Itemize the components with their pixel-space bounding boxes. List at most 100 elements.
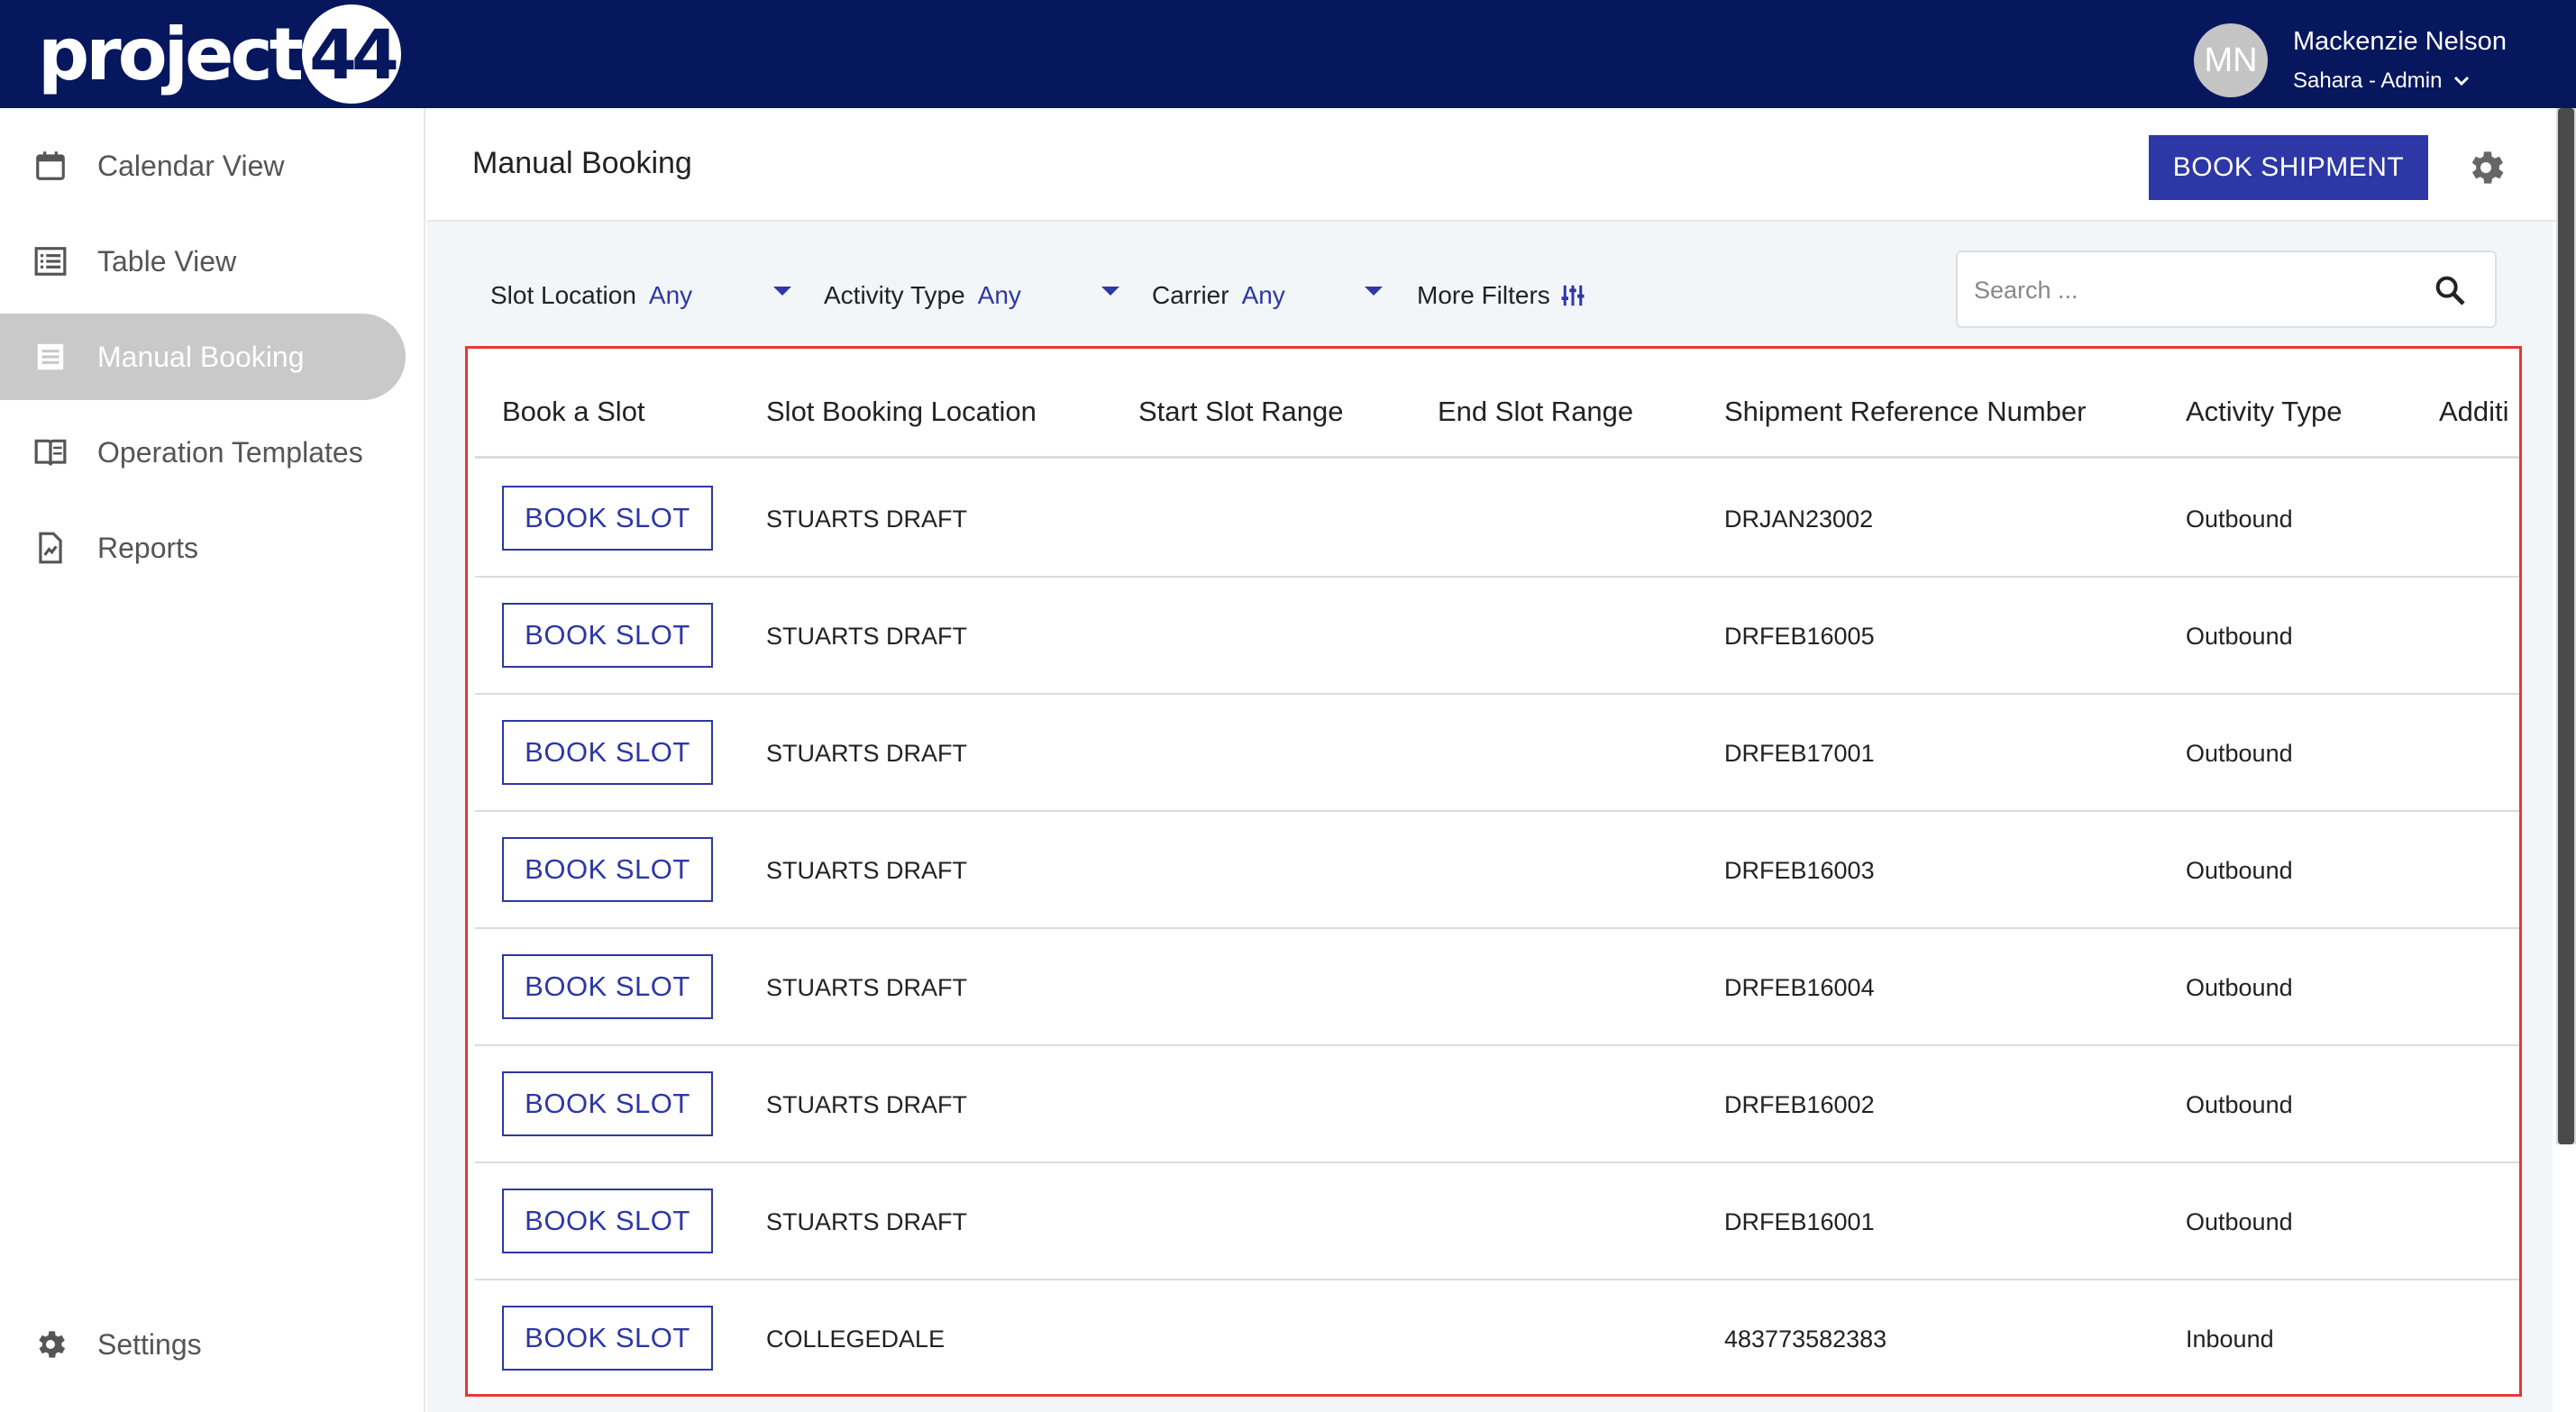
- sidebar-item-label: Manual Booking: [97, 340, 305, 373]
- slot-location-cell: STUARTS DRAFT: [766, 740, 968, 767]
- activity-type-cell: Outbound: [2186, 506, 2293, 533]
- caret-down-icon[interactable]: [1101, 287, 1119, 296]
- book-slot-button[interactable]: BOOK SLOT: [502, 1306, 713, 1371]
- sidebar-item-label: Reports: [97, 531, 199, 564]
- project44-logo[interactable]: project 44: [38, 5, 402, 104]
- sidebar-item-settings[interactable]: Settings: [0, 1301, 406, 1388]
- sidebar-item-calendar-view[interactable]: Calendar View: [0, 123, 406, 209]
- book-slot-button[interactable]: BOOK SLOT: [502, 1189, 713, 1253]
- filter-label: Carrier: [1152, 281, 1229, 309]
- slot-location-cell: COLLEGEDALE: [766, 1325, 945, 1353]
- activity-type-cell: Outbound: [2186, 974, 2293, 1001]
- activity-type-cell: Outbound: [2186, 1208, 2293, 1235]
- table-row: BOOK SLOT COLLEGEDALE 483773582383 Inbou…: [475, 1280, 2519, 1394]
- column-header[interactable]: Additi: [2439, 396, 2509, 428]
- table-row: BOOK SLOT STUARTS DRAFT DRFEB16002 Outbo…: [475, 1046, 2519, 1163]
- book-slot-button[interactable]: BOOK SLOT: [502, 1071, 713, 1136]
- column-header[interactable]: End Slot Range: [1438, 396, 1633, 428]
- table-row: BOOK SLOT STUARTS DRAFT DRFEB16001 Outbo…: [475, 1163, 2519, 1280]
- list-alt-icon: [32, 339, 69, 375]
- gear-icon: [32, 1326, 69, 1362]
- search-box: [1956, 251, 2497, 328]
- activity-type-cell: Outbound: [2186, 1091, 2293, 1118]
- book-slot-button[interactable]: BOOK SLOT: [502, 720, 713, 785]
- reference-cell: DRFEB16002: [1724, 1091, 1875, 1118]
- sidebar-item-manual-booking[interactable]: Manual Booking: [0, 314, 406, 400]
- sidebar: Calendar View Table View Manual Booking …: [0, 108, 425, 1412]
- sidebar-item-label: Operation Templates: [97, 435, 363, 469]
- scrollbar-thumb[interactable]: [2558, 108, 2574, 1144]
- table-row: BOOK SLOT STUARTS DRAFT DRFEB16004 Outbo…: [475, 929, 2519, 1046]
- logo-number: 44: [302, 5, 402, 104]
- column-header[interactable]: Book a Slot: [502, 396, 645, 428]
- filter-value: Any: [648, 281, 693, 309]
- search-icon[interactable]: [2432, 272, 2468, 308]
- more-filters-label: More Filters: [1417, 281, 1550, 309]
- table-header: Book a Slot Slot Booking Location Start …: [475, 358, 2519, 459]
- report-icon: [32, 530, 69, 566]
- activity-type-cell: Outbound: [2186, 740, 2293, 767]
- slot-location-cell: STUARTS DRAFT: [766, 1091, 968, 1118]
- activity-type-cell: Outbound: [2186, 623, 2293, 650]
- sidebar-item-label: Settings: [97, 1327, 202, 1361]
- slot-location-cell: STUARTS DRAFT: [766, 506, 968, 533]
- tune-icon: [1561, 285, 1585, 306]
- table-row: BOOK SLOT STUARTS DRAFT DRFEB16005 Outbo…: [475, 578, 2519, 695]
- reference-cell: DRJAN23002: [1724, 506, 1874, 533]
- logo-text: project: [38, 12, 304, 96]
- carrier-filter[interactable]: Carrier Any: [1152, 281, 1285, 310]
- reference-cell: DRFEB17001: [1724, 740, 1875, 767]
- reference-cell: DRFEB16004: [1724, 974, 1875, 1001]
- sidebar-item-label: Table View: [97, 244, 237, 278]
- avatar[interactable]: MN: [2194, 23, 2268, 97]
- book-slot-button[interactable]: BOOK SLOT: [502, 486, 713, 551]
- user-role: Sahara - Admin: [2293, 68, 2443, 93]
- column-header[interactable]: Activity Type: [2186, 396, 2342, 428]
- search-input[interactable]: [1974, 270, 2407, 310]
- book-slot-button[interactable]: BOOK SLOT: [502, 603, 713, 668]
- list-icon: [32, 243, 69, 279]
- reference-cell: 483773582383: [1724, 1325, 1887, 1353]
- page-scrollbar[interactable]: [2556, 108, 2576, 1144]
- slot-location-filter[interactable]: Slot Location Any: [490, 281, 692, 310]
- filter-value: Any: [1241, 281, 1285, 309]
- column-header[interactable]: Start Slot Range: [1138, 396, 1343, 428]
- filter-value: Any: [977, 281, 1021, 309]
- slot-location-cell: STUARTS DRAFT: [766, 623, 968, 650]
- sidebar-item-operation-templates[interactable]: Operation Templates: [0, 409, 406, 496]
- reference-cell: DRFEB16001: [1724, 1208, 1875, 1235]
- chevron-down-icon: [2454, 76, 2470, 87]
- caret-down-icon[interactable]: [1365, 287, 1383, 296]
- table-row: BOOK SLOT STUARTS DRAFT DRFEB17001 Outbo…: [475, 695, 2519, 812]
- column-header[interactable]: Shipment Reference Number: [1724, 396, 2086, 428]
- page-header: Manual Booking BOOK SHIPMENT: [427, 108, 2576, 222]
- user-menu[interactable]: MN Mackenzie Nelson Sahara - Admin: [2188, 0, 2576, 108]
- slot-location-cell: STUARTS DRAFT: [766, 1208, 968, 1235]
- book-slot-button[interactable]: BOOK SLOT: [502, 837, 713, 902]
- filter-label: Slot Location: [490, 281, 636, 309]
- calendar-icon: [32, 148, 69, 184]
- book-shipment-button[interactable]: BOOK SHIPMENT: [2149, 135, 2428, 200]
- more-filters-button[interactable]: More Filters: [1417, 281, 1586, 310]
- reference-cell: DRFEB16003: [1724, 857, 1875, 884]
- slot-location-cell: STUARTS DRAFT: [766, 974, 968, 1001]
- slot-location-cell: STUARTS DRAFT: [766, 857, 968, 884]
- table-row: BOOK SLOT STUARTS DRAFT DRFEB16003 Outbo…: [475, 812, 2519, 929]
- sidebar-item-label: Calendar View: [97, 149, 285, 182]
- column-header[interactable]: Slot Booking Location: [766, 396, 1037, 428]
- manual-booking-table: Book a Slot Slot Booking Location Start …: [465, 346, 2522, 1397]
- page-title: Manual Booking: [472, 146, 692, 180]
- user-role-dropdown[interactable]: Sahara - Admin: [2293, 68, 2472, 94]
- book-icon: [32, 434, 69, 470]
- book-slot-button[interactable]: BOOK SLOT: [502, 954, 713, 1019]
- filter-label: Activity Type: [824, 281, 965, 309]
- gear-icon[interactable]: [2464, 146, 2507, 189]
- caret-down-icon[interactable]: [773, 287, 791, 296]
- sidebar-item-reports[interactable]: Reports: [0, 505, 406, 591]
- activity-type-filter[interactable]: Activity Type Any: [824, 281, 1021, 310]
- top-bar: project 44 MN Mackenzie Nelson Sahara - A…: [0, 0, 2576, 108]
- user-name: Mackenzie Nelson: [2293, 27, 2507, 56]
- activity-type-cell: Outbound: [2186, 857, 2293, 884]
- table-row: BOOK SLOT STUARTS DRAFT DRJAN23002 Outbo…: [475, 460, 2519, 578]
- sidebar-item-table-view[interactable]: Table View: [0, 218, 406, 305]
